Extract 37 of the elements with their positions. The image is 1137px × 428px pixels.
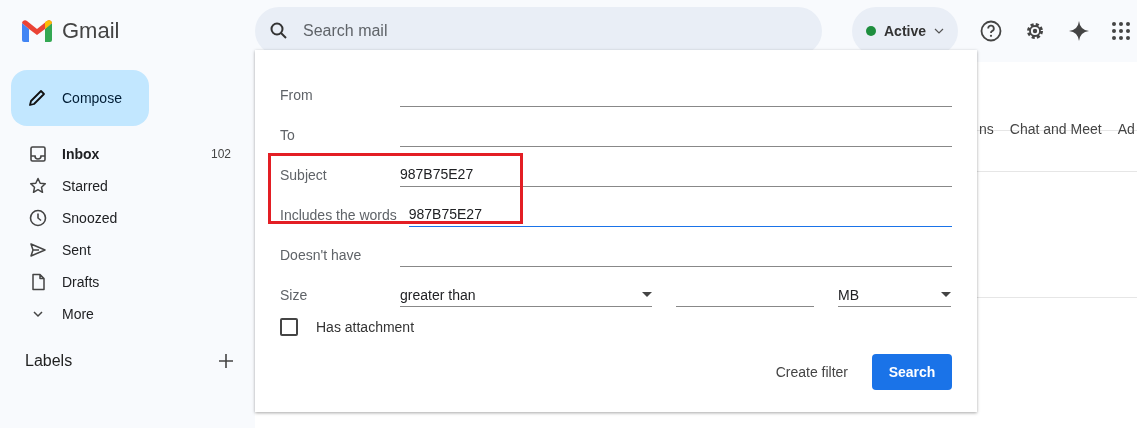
nav-item[interactable]: Sent bbox=[0, 234, 255, 266]
inbox-icon bbox=[28, 144, 48, 164]
checkbox[interactable] bbox=[280, 318, 298, 336]
input-field[interactable]: 987B75E27 bbox=[408, 202, 952, 227]
help-icon[interactable] bbox=[980, 20, 1003, 42]
nav-item[interactable]: More bbox=[0, 298, 255, 330]
chevron-icon bbox=[934, 28, 945, 34]
field-label: Size bbox=[280, 287, 309, 305]
apps-grid-icon[interactable] bbox=[1112, 22, 1131, 40]
app-name: Gmail bbox=[62, 18, 120, 44]
field-label: From bbox=[280, 87, 314, 105]
search-icon bbox=[269, 21, 289, 41]
labels-heading: Labels bbox=[25, 352, 73, 370]
field-label: Includes the words bbox=[280, 207, 397, 225]
nav-item[interactable]: Drafts bbox=[0, 266, 255, 298]
unread-count: 102 bbox=[210, 147, 231, 161]
search-button[interactable]: Search bbox=[872, 354, 952, 390]
plus-icon[interactable] bbox=[219, 354, 233, 368]
checkbox-label: Has attachment bbox=[316, 319, 415, 335]
dropdown-arrow-icon bbox=[941, 292, 951, 297]
create-filter-button[interactable]: Create filter bbox=[775, 356, 848, 388]
nav-item[interactable]: Starred bbox=[0, 170, 255, 202]
send-icon bbox=[28, 240, 48, 260]
input-field[interactable]: 987B75E27 bbox=[400, 162, 952, 187]
dropdown-arrow-icon bbox=[642, 292, 652, 297]
gmail-logo-icon bbox=[22, 20, 52, 42]
star-icon bbox=[28, 176, 48, 196]
nav-item[interactable]: Snoozed bbox=[0, 202, 255, 234]
field-label: Doesn't have bbox=[280, 247, 363, 265]
pencil-icon bbox=[28, 89, 46, 107]
field-label: To bbox=[280, 127, 296, 145]
comparison-dropdown[interactable]: greater than bbox=[400, 283, 652, 307]
field-label: Subject bbox=[280, 167, 328, 185]
nav-item[interactable]: Inbox 102 bbox=[0, 138, 255, 170]
unit-dropdown[interactable]: MB bbox=[838, 283, 951, 307]
clock-icon bbox=[28, 208, 48, 228]
compose-button[interactable]: Compose bbox=[11, 70, 149, 126]
